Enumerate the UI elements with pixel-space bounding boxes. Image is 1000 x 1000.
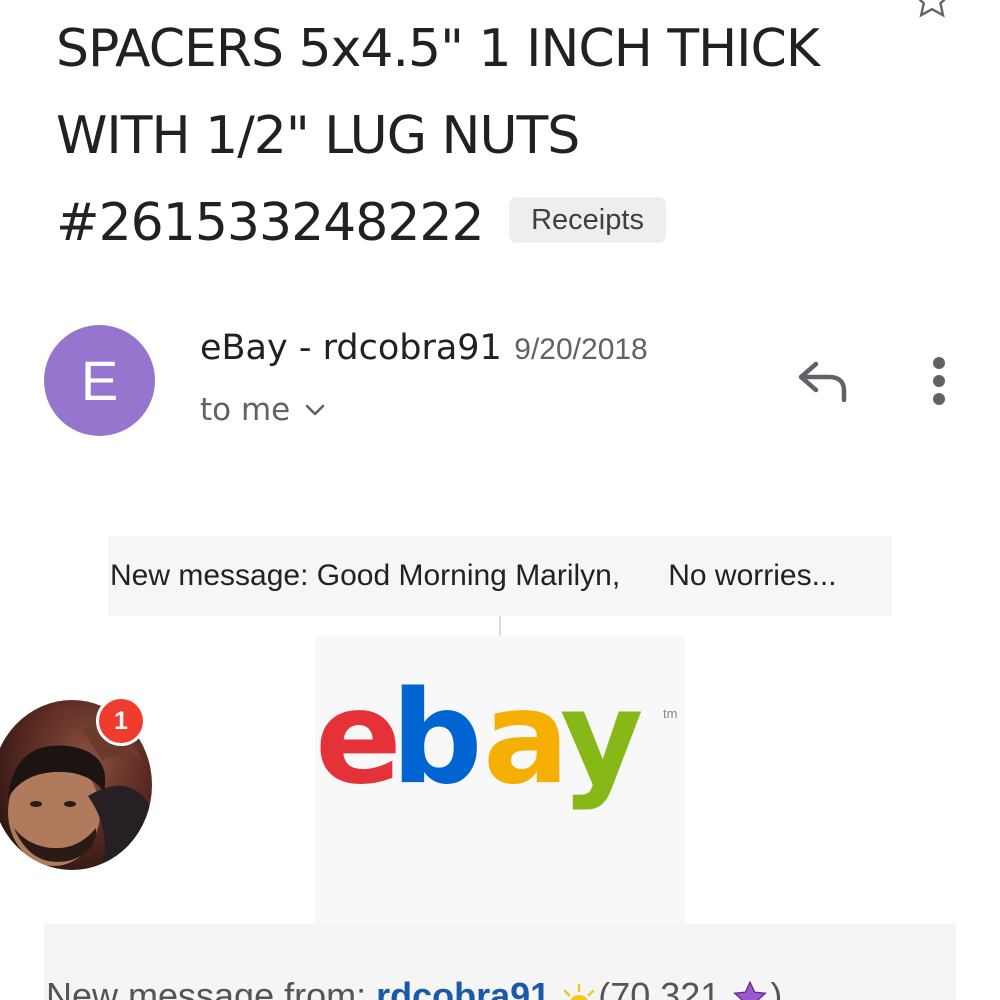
from-prefix: New message from: [46,975,367,1000]
logo-letter-b: b [391,664,483,813]
ebay-logo-container: e b a y tm [315,636,685,926]
sun-icon [564,984,595,1000]
sender-username-link[interactable]: rdcobra91 [376,975,550,1000]
chevron-down-icon [305,404,325,416]
preview-snippet: No worries... [668,559,837,592]
recipient-text: to me [200,392,291,428]
more-options-icon[interactable] [926,357,952,407]
sender-name: eBay - rdcobra91 [200,328,502,368]
logo-letter-a: a [483,664,569,813]
ebay-logo[interactable]: e b a y tm [315,636,685,836]
reply-icon[interactable] [796,358,850,402]
email-subject: SPACERS 5x4.5" 1 INCH THICK WITH 1/2" LU… [56,6,916,267]
new-message-line: New message from: rdcobra91 (70,321 ) [46,975,782,1000]
subject-text: SPACERS 5x4.5" 1 INCH THICK WITH 1/2" LU… [56,19,820,253]
message-preview: New message: Good Morning Marilyn, No wo… [108,536,892,616]
star-icon[interactable] [910,0,954,22]
preview-text: New message: Good Morning Marilyn, [110,559,621,592]
feedback-score: (70,321 [598,975,721,1000]
feedback-close: ) [770,975,783,1000]
recipient-details-toggle[interactable]: to me [200,392,326,428]
divider [499,616,501,636]
logo-letter-y: y [560,664,643,813]
logo-letter-e: e [315,664,396,813]
sender-avatar[interactable]: E [44,325,155,436]
sender-line: eBay - rdcobra91 9/20/2018 [200,328,648,368]
logo-trademark: tm [663,706,677,721]
purple-star-icon [733,981,768,1000]
label-chip-receipts[interactable]: Receipts [509,197,666,243]
email-date: 9/20/2018 [514,333,648,366]
chat-head-bubble[interactable]: 1 [0,696,154,870]
unread-count-badge: 1 [96,696,146,746]
